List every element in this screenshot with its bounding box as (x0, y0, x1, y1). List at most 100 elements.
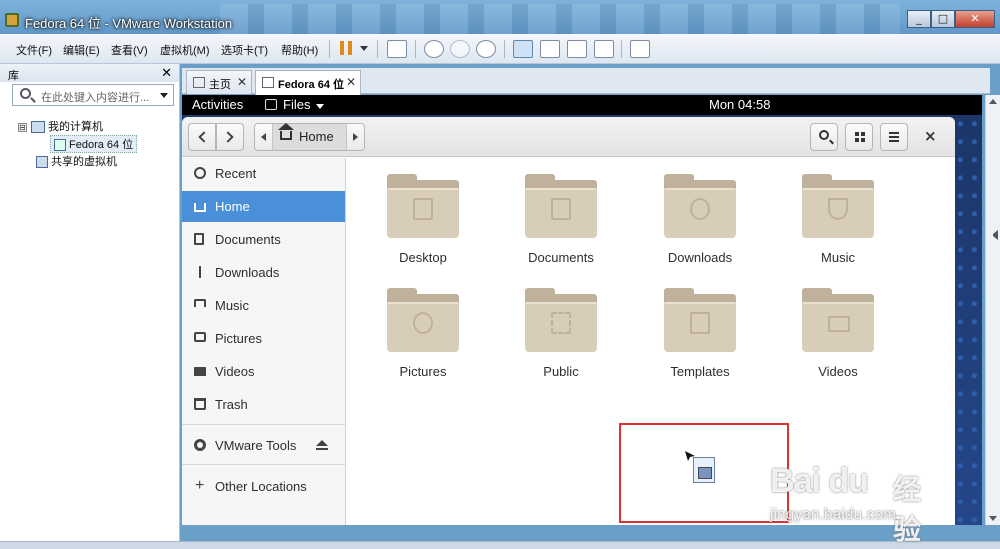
sidebar-item-pictures[interactable]: Pictures (182, 323, 345, 354)
back-button[interactable] (188, 123, 216, 151)
folder-label: Documents (528, 250, 594, 265)
maximize-button[interactable]: □ (931, 10, 955, 28)
pause-icon[interactable] (340, 41, 352, 55)
sidebar-separator (182, 464, 345, 465)
vm-console[interactable]: Activities Files Mon 04:58 Home × Recent… (182, 95, 982, 525)
sidebar-item-videos[interactable]: Videos (182, 356, 345, 387)
path-scroll-right-button[interactable] (346, 124, 364, 150)
folder-templates[interactable]: Templates (640, 280, 760, 390)
chevron-right-icon (222, 131, 234, 143)
scroll-down-icon[interactable] (989, 516, 997, 521)
close-tab-icon[interactable]: ✕ (346, 75, 356, 89)
snapshot-manager-icon[interactable] (476, 40, 496, 58)
path-label: Home (299, 129, 334, 144)
menu-tabs[interactable]: 选项卡(T) (221, 42, 268, 58)
menu-view[interactable]: 查看(V) (111, 42, 148, 58)
document-icon (194, 233, 204, 245)
library-search-input[interactable]: 在此处键入内容进行... (12, 84, 174, 106)
tree-item-shared-vms[interactable]: 共享的虚拟机 (36, 153, 117, 169)
collapse-icon[interactable]: ⊟ (18, 122, 27, 132)
search-icon (20, 88, 31, 99)
dragged-file-icon[interactable] (693, 457, 715, 483)
minimize-button[interactable]: _ (907, 10, 931, 28)
sidebar-item-music[interactable]: Music (182, 290, 345, 321)
grid-icon (855, 132, 859, 136)
download-icon (199, 266, 201, 278)
tree-item-my-computer[interactable]: ⊟ 我的计算机 (18, 118, 103, 134)
sidebar-item-trash[interactable]: Trash (182, 389, 345, 420)
close-nautilus-button[interactable]: × (924, 127, 937, 145)
sidebar-item-vmware-tools[interactable]: VMware Tools (182, 430, 345, 461)
folder-label: Public (543, 364, 579, 379)
menu-edit[interactable]: 编辑(E) (63, 42, 100, 58)
folder-label: Templates (670, 364, 730, 379)
folder-label: Downloads (667, 250, 733, 265)
desktop-background (952, 95, 982, 525)
clock[interactable]: Mon 04:58 (709, 97, 770, 112)
chevron-down-icon[interactable] (160, 93, 168, 98)
sidebar-item-documents[interactable]: Documents (182, 224, 345, 255)
menu-help[interactable]: 帮助(H) (281, 42, 318, 58)
console-view-icon[interactable] (630, 40, 650, 58)
folder-downloads[interactable]: Downloads (640, 166, 760, 276)
tab-home[interactable]: 主页 ✕ (186, 70, 252, 94)
chevron-down-icon[interactable] (360, 46, 368, 51)
scroll-up-icon[interactable] (989, 99, 997, 104)
unity-icon[interactable] (594, 40, 614, 58)
close-tab-icon[interactable]: ✕ (237, 75, 247, 89)
folder-music[interactable]: Music (778, 166, 898, 276)
folder-videos[interactable]: Videos (778, 280, 898, 390)
menu-file[interactable]: 文件(F) (16, 42, 52, 58)
search-button[interactable] (810, 123, 838, 151)
search-placeholder: 在此处键入内容进行... (41, 92, 150, 104)
sidebar-item-home[interactable]: Home (182, 191, 345, 222)
activities-button[interactable]: Activities (192, 97, 243, 112)
sidebar-item-recent[interactable]: Recent (182, 158, 345, 189)
sidebar-item-downloads[interactable]: Downloads (182, 257, 345, 288)
menu-vm[interactable]: 虚拟机(M) (160, 42, 210, 58)
sidebar-item-other-locations[interactable]: + Other Locations (182, 471, 345, 502)
folder-pictures[interactable]: Pictures (363, 280, 483, 390)
forward-button[interactable] (216, 123, 244, 151)
tree-item-fedora-vm[interactable]: Fedora 64 位 (50, 135, 138, 153)
send-ctrl-alt-del-icon[interactable] (387, 40, 407, 58)
chevron-down-icon[interactable] (316, 104, 324, 109)
hamburger-menu-button[interactable] (880, 123, 908, 151)
full-screen-icon[interactable] (567, 40, 587, 58)
eject-icon[interactable] (316, 440, 328, 450)
shared-vm-icon (36, 156, 48, 169)
nautilus-headerbar: Home × (182, 117, 955, 157)
tab-label: 主页 (209, 79, 231, 91)
files-app-menu[interactable]: Files (283, 97, 310, 112)
folder-desktop[interactable]: Desktop (363, 166, 483, 276)
folder-public[interactable]: Public (501, 280, 621, 390)
close-library-icon[interactable]: ✕ (161, 65, 172, 81)
show-library-icon[interactable] (513, 40, 533, 58)
sidebar-label: Other Locations (215, 479, 307, 494)
vertical-scrollbar[interactable] (985, 95, 1000, 525)
sidebar-label: Trash (215, 397, 248, 412)
folder-icon (664, 288, 736, 352)
folder-label: Desktop (399, 250, 447, 265)
path-scroll-left-button[interactable] (255, 124, 273, 150)
close-window-button[interactable]: ✕ (955, 10, 995, 28)
thumbnail-bar-icon[interactable] (540, 40, 560, 58)
folder-icon (387, 174, 459, 238)
sidebar-label: Recent (215, 166, 257, 181)
view-mode-button[interactable] (845, 123, 873, 151)
snapshot-icon[interactable] (424, 40, 444, 58)
toolbar-separator (415, 40, 416, 58)
revert-snapshot-icon[interactable] (450, 40, 470, 58)
sidebar-label: Videos (215, 364, 255, 379)
home-icon (278, 123, 294, 140)
sidebar-label: Documents (215, 232, 281, 247)
scroll-left-icon[interactable] (988, 230, 998, 240)
tab-fedora-vm[interactable]: Fedora 64 位 ✕ (255, 70, 361, 95)
window-title: Fedora 64 位 - VMware Workstation (25, 16, 233, 31)
folder-documents[interactable]: Documents (501, 166, 621, 276)
tab-bar: 主页 ✕ Fedora 64 位 ✕ (182, 68, 990, 95)
toolbar-separator (377, 40, 378, 58)
vm-icon (54, 139, 66, 152)
folder-icon (802, 174, 874, 238)
disc-icon (194, 439, 206, 451)
